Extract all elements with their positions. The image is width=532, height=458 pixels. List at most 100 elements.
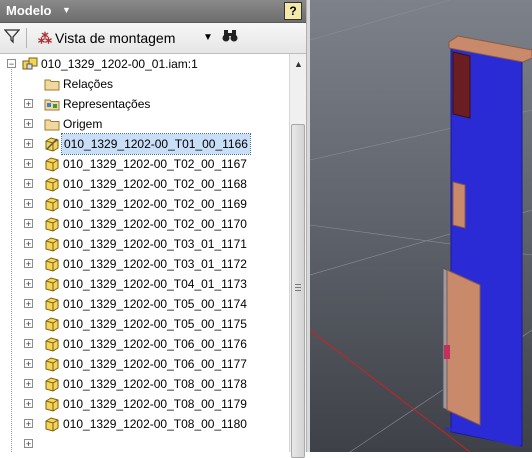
grip-line — [295, 284, 301, 285]
viewport-canvas — [310, 0, 532, 452]
tree-item-part[interactable]: + 010_1329_1202-00_T02_00_1169 — [0, 194, 290, 214]
tree-item-origin[interactable]: + Origem — [0, 114, 290, 134]
part-icon — [44, 396, 60, 412]
part-icon — [44, 416, 60, 432]
part-icon — [44, 276, 60, 292]
expand-icon[interactable]: + — [24, 299, 33, 309]
expand-icon[interactable]: + — [24, 199, 33, 209]
tree-item-label: 010_1329_1202-00_T06_00_1177 — [63, 357, 247, 371]
tree-item-representations[interactable]: + Representações — [0, 94, 290, 114]
view-selector-label: Vista de montagem — [55, 30, 176, 46]
expand-icon[interactable]: + — [24, 339, 33, 349]
tree-item-label: 010_1329_1202-00_T08_00_1180 — [63, 417, 247, 431]
tree-item-part-partial: + — [0, 434, 290, 452]
part-icon — [44, 236, 60, 252]
tree-root[interactable]: − 010_1329_1202-00_01.iam:1 — [0, 54, 290, 74]
browser-toolbar: ⁂ Vista de montagem ▼ — [0, 23, 310, 54]
tree-item-label: 010_1329_1202-00_T03_01_1172 — [63, 257, 247, 271]
expand-icon[interactable]: + — [24, 239, 33, 249]
expand-icon[interactable]: + — [24, 279, 33, 289]
tree-root-label: 010_1329_1202-00_01.iam:1 — [41, 57, 198, 71]
tree-item-part[interactable]: + 010_1329_1202-00_T06_00_1176 — [0, 334, 290, 354]
expand-icon[interactable]: + — [24, 179, 33, 189]
top-block — [452, 51, 471, 119]
tree-item-part[interactable]: + 010_1329_1202-00_T02_00_1170 — [0, 214, 290, 234]
tree-item-label: 010_1329_1202-00_T05_00_1174 — [63, 297, 247, 311]
tree-item-part[interactable]: + 010_1329_1202-00_T08_00_1179 — [0, 394, 290, 414]
panel-title[interactable]: Modelo — [6, 3, 52, 18]
part-icon — [44, 256, 60, 272]
expand-icon[interactable]: + — [24, 359, 33, 369]
handle — [444, 345, 450, 359]
tree-item-part[interactable]: + 010_1329_1202-00_T05_00_1175 — [0, 314, 290, 334]
tree-item-label: 010_1329_1202-00_T01_00_1166 — [61, 133, 251, 155]
expand-icon[interactable]: + — [24, 399, 33, 409]
tree-item-label: 010_1329_1202-00_T02_00_1168 — [63, 177, 247, 191]
tree-item-part[interactable]: + 010_1329_1202-00_T08_00_1180 — [0, 414, 290, 434]
tree-item-part[interactable]: + 010_1329_1202-00_T06_00_1177 — [0, 354, 290, 374]
tree-item-label: 010_1329_1202-00_T02_00_1167 — [63, 157, 247, 171]
expand-icon[interactable]: + — [24, 159, 33, 169]
scrollbar-thumb[interactable] — [291, 124, 305, 458]
part-icon — [44, 356, 60, 372]
tree-item-part[interactable]: + 010_1329_1202-00_T08_00_1178 — [0, 374, 290, 394]
model-tree: − 010_1329_1202-00_01.iam:1 Relações + R… — [0, 54, 290, 452]
tree-item-label: 010_1329_1202-00_T03_01_1171 — [63, 237, 247, 251]
representations-icon — [44, 96, 60, 112]
tree-item-part[interactable]: + 010_1329_1202-00_T04_01_1173 — [0, 274, 290, 294]
tree-item-part[interactable]: + 010_1329_1202-00_T03_01_1171 — [0, 234, 290, 254]
toolbar-divider — [26, 28, 27, 48]
tree-item-label: Origem — [63, 117, 103, 131]
chevron-down-icon[interactable]: ▼ — [203, 32, 213, 43]
expand-icon[interactable]: + — [24, 259, 33, 269]
assembly-view-icon: ⁂ — [38, 30, 52, 46]
assembly-icon — [22, 56, 38, 72]
part-icon — [44, 156, 60, 172]
tree-item-label: 010_1329_1202-00_T02_00_1170 — [63, 217, 247, 231]
expand-icon[interactable]: + — [24, 319, 33, 329]
tree-item-part[interactable]: + 010_1329_1202-00_T02_00_1167 — [0, 154, 290, 174]
expand-icon[interactable]: + — [24, 119, 33, 129]
collapse-icon[interactable]: − — [7, 59, 16, 69]
tree-item-label: Relações — [63, 77, 114, 91]
grip-line — [295, 290, 301, 291]
filter-icon[interactable] — [3, 28, 21, 49]
part-icon — [44, 296, 60, 312]
tree-scrollbar[interactable]: ▲ — [289, 54, 307, 458]
tree-item-part[interactable]: + 010_1329_1202-00_T02_00_1168 — [0, 174, 290, 194]
tree-item-relations[interactable]: Relações — [0, 74, 290, 94]
expand-icon[interactable]: + — [24, 99, 33, 109]
binoculars-icon[interactable] — [222, 29, 238, 46]
3d-viewport[interactable] — [310, 0, 532, 452]
scroll-up-icon[interactable]: ▲ — [290, 56, 307, 73]
help-button[interactable]: ? — [284, 2, 302, 20]
expand-icon[interactable]: + — [24, 379, 33, 389]
mid-block — [452, 181, 466, 229]
expand-icon[interactable]: + — [24, 139, 33, 149]
view-selector-button[interactable]: ⁂ Vista de montagem — [38, 30, 175, 47]
expand-icon[interactable]: + — [24, 419, 33, 429]
panel-header: Modelo ▼ ? — [0, 0, 310, 23]
folder-icon — [44, 76, 60, 92]
part-icon — [44, 176, 60, 192]
part-icon — [44, 316, 60, 332]
grip-line — [295, 287, 301, 288]
lower-panel — [446, 269, 481, 426]
tree-item-label: 010_1329_1202-00_T08_00_1179 — [63, 397, 247, 411]
tree-item-label: 010_1329_1202-00_T04_01_1173 — [63, 277, 247, 291]
tree-item-part[interactable]: + 010_1329_1202-00_T05_00_1174 — [0, 294, 290, 314]
expand-icon[interactable]: + — [24, 219, 33, 229]
tree-item-label: 010_1329_1202-00_T05_00_1175 — [63, 317, 247, 331]
part-icon — [44, 376, 60, 392]
chevron-down-icon[interactable]: ▼ — [62, 5, 71, 15]
part-icon — [44, 336, 60, 352]
tree-item-label: Representações — [63, 97, 151, 111]
expand-icon[interactable]: + — [24, 439, 33, 449]
tree-item-label: 010_1329_1202-00_T06_00_1176 — [63, 337, 247, 351]
tree-item-part[interactable]: + 010_1329_1202-00_T01_00_1166 — [0, 133, 290, 155]
tree-item-part[interactable]: + 010_1329_1202-00_T03_01_1172 — [0, 254, 290, 274]
part-icon — [44, 216, 60, 232]
part-icon — [44, 196, 60, 212]
part-icon — [44, 136, 60, 152]
folder-icon — [44, 116, 60, 132]
